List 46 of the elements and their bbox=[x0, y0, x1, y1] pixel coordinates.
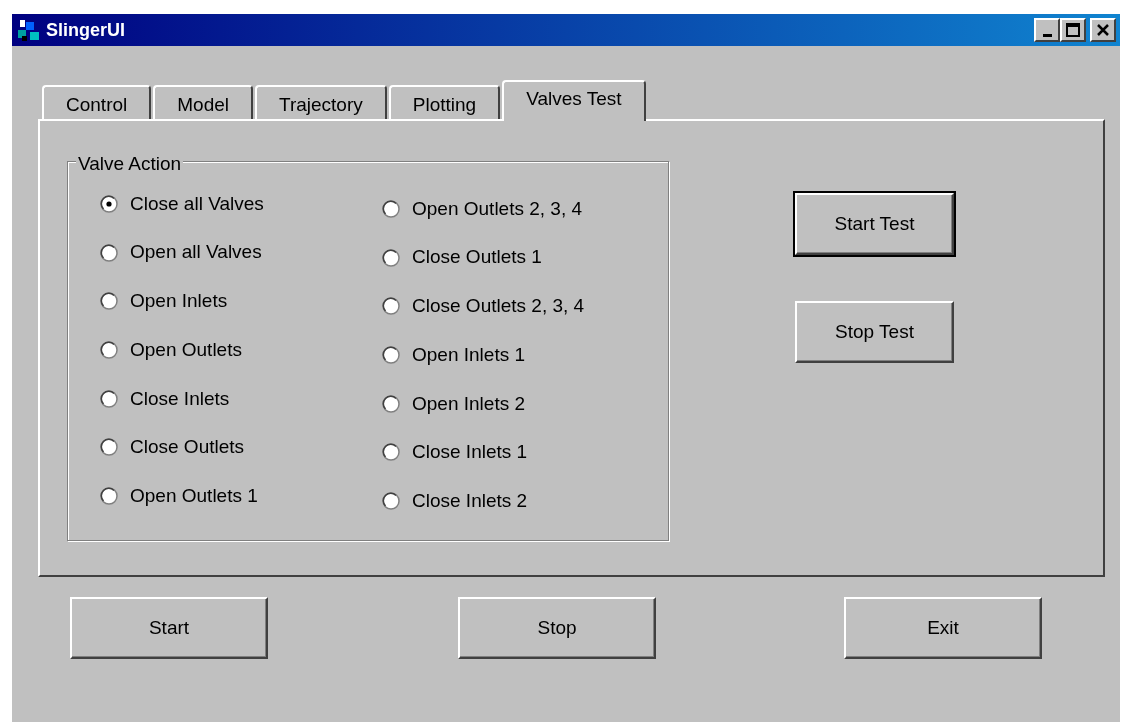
push-button[interactable]: Exit bbox=[844, 597, 1042, 659]
radio-button[interactable] bbox=[382, 346, 400, 365]
minimize-icon bbox=[1042, 33, 1052, 37]
window-title: SlingerUI bbox=[46, 18, 125, 42]
radio-button[interactable] bbox=[382, 248, 400, 267]
close-button[interactable] bbox=[1090, 18, 1116, 42]
radio-button[interactable] bbox=[382, 492, 400, 511]
radio-button[interactable] bbox=[100, 389, 118, 408]
push-button[interactable]: Stop bbox=[458, 597, 656, 659]
radio-button[interactable] bbox=[382, 443, 400, 462]
radio-option[interactable]: Close Outlets bbox=[100, 435, 382, 460]
radio-button[interactable] bbox=[100, 243, 118, 262]
radio-button[interactable] bbox=[100, 438, 118, 457]
radio-option[interactable]: Open Outlets bbox=[100, 338, 382, 363]
maximize-icon bbox=[1065, 22, 1081, 38]
radio-option[interactable]: Open Outlets 2, 3, 4 bbox=[382, 197, 682, 221]
radio-button[interactable] bbox=[100, 195, 118, 213]
radio-option[interactable]: Open Outlets 1 bbox=[100, 484, 382, 509]
push-button[interactable]: Stop Test bbox=[795, 301, 954, 363]
radio-option[interactable]: Close Outlets 2, 3, 4 bbox=[382, 294, 682, 319]
tab[interactable]: Trajectory bbox=[255, 85, 387, 119]
radio-button[interactable] bbox=[100, 487, 118, 506]
radio-option[interactable]: Open Inlets 2 bbox=[382, 391, 682, 416]
radio-button[interactable] bbox=[100, 341, 118, 360]
tab[interactable]: Plotting bbox=[388, 85, 501, 119]
radio-option[interactable]: Open Inlets 1 bbox=[382, 343, 682, 368]
minimize-button[interactable] bbox=[1034, 18, 1060, 42]
push-button[interactable]: Start bbox=[70, 597, 268, 659]
radio-button[interactable] bbox=[382, 297, 400, 316]
close-icon bbox=[1095, 22, 1111, 38]
default-button[interactable]: Start Test bbox=[795, 193, 954, 255]
radio-option[interactable]: Close Inlets bbox=[100, 386, 382, 411]
radio-option[interactable]: Close Inlets 1 bbox=[382, 440, 682, 465]
tab[interactable]: Model bbox=[153, 85, 253, 119]
radio-option[interactable]: Open Inlets bbox=[100, 289, 382, 314]
tab[interactable]: Control bbox=[42, 85, 152, 119]
radio-option[interactable]: Close all Valves bbox=[100, 192, 382, 216]
radio-button[interactable] bbox=[382, 394, 400, 413]
app-icon bbox=[16, 18, 42, 42]
radio-button[interactable] bbox=[382, 200, 400, 218]
radio-option[interactable]: Close Outlets 1 bbox=[382, 245, 682, 270]
tab[interactable]: Valves Test bbox=[502, 80, 646, 121]
radio-button[interactable] bbox=[100, 292, 118, 311]
radio-option[interactable]: Open all Valves bbox=[100, 240, 382, 265]
radio-option[interactable]: Close Inlets 2 bbox=[382, 489, 682, 514]
maximize-button[interactable] bbox=[1060, 18, 1086, 42]
